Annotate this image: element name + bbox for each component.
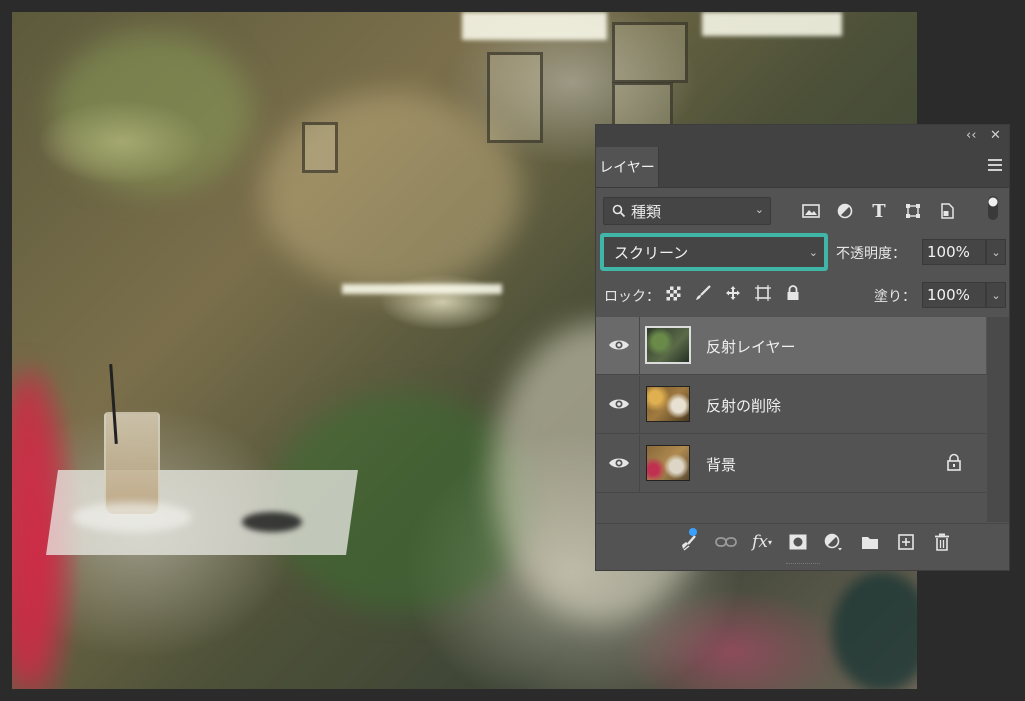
panel-resize-grip[interactable]	[786, 563, 820, 567]
photo-phone	[242, 512, 302, 532]
layer-row-background[interactable]: 背景	[596, 435, 986, 493]
chevron-down-icon: ⌄	[991, 288, 1001, 302]
opacity-label: 不透明度：	[836, 246, 906, 262]
panel-tab-row: レイヤー	[596, 147, 1009, 188]
layer-name: 反射レイヤー	[706, 338, 796, 356]
hamburger-menu-icon[interactable]	[988, 159, 1002, 174]
photo-ceiling-light-2	[702, 12, 842, 36]
fill-input[interactable]: 100%	[922, 282, 986, 308]
lock-transparent-pixels-icon[interactable]	[664, 284, 682, 302]
eye-icon[interactable]	[608, 455, 630, 471]
layers-panel: ‹‹ ✕ レイヤー 種類 ⌄ T スクリーン ⌄ 不透明度： 100% ⌄ ロッ…	[595, 124, 1010, 571]
filter-icons: T	[801, 201, 957, 222]
lock-icon	[947, 453, 961, 471]
blend-mode-select[interactable]: スクリーン ⌄	[600, 233, 828, 271]
photo-wall-reflection	[262, 92, 522, 292]
image-filter-icon[interactable]	[801, 201, 821, 221]
layer-thumbnail[interactable]	[645, 326, 691, 364]
layer-name: 反射の削除	[706, 397, 782, 415]
chevron-down-icon: ⌄	[754, 203, 764, 216]
eye-icon[interactable]	[608, 396, 630, 412]
new-group-icon[interactable]	[858, 530, 882, 554]
opacity-value: 100%	[927, 243, 970, 261]
filter-row: 種類 ⌄ T	[596, 187, 1009, 233]
eye-separator	[639, 376, 640, 434]
panel-title-bar[interactable]: ‹‹ ✕	[596, 125, 1009, 147]
fill-value: 100%	[927, 286, 970, 304]
filter-toggle-switch[interactable]	[987, 195, 999, 221]
search-icon	[612, 204, 626, 218]
lock-all-icon[interactable]	[784, 284, 802, 302]
tab-layers[interactable]: レイヤー	[596, 147, 659, 187]
opacity-input[interactable]: 100%	[922, 239, 986, 265]
double-chevron-left-icon[interactable]: ‹‹	[966, 128, 976, 144]
layers-bottom-toolbar: fx ▾	[596, 523, 1009, 560]
photo-shelf-light	[342, 284, 502, 294]
new-adjustment-layer-icon[interactable]	[822, 530, 846, 554]
layer-row-reflection-removal[interactable]: 反射の削除	[596, 376, 986, 434]
eye-separator	[639, 317, 640, 375]
eye-icon[interactable]	[608, 337, 630, 353]
fx-icon[interactable]: fx ▾	[750, 530, 774, 554]
photo-wall-frame	[487, 52, 543, 143]
chevron-down-icon: ⌄	[808, 246, 818, 259]
layer-thumbnail[interactable]	[646, 386, 690, 422]
chevron-down-icon: ⌄	[991, 245, 1001, 259]
add-mask-icon[interactable]	[786, 530, 810, 554]
photo-chalkboard	[832, 572, 917, 689]
filter-kind-select[interactable]: 種類 ⌄	[603, 197, 771, 225]
eye-separator	[639, 435, 640, 493]
photo-wall-frame-2	[612, 22, 688, 83]
layers-list: 反射レイヤー 反射の削除 背景	[596, 317, 1009, 522]
fill-dropdown-button[interactable]: ⌄	[986, 282, 1006, 308]
lock-image-pixels-icon[interactable]	[694, 284, 712, 302]
smart-object-filter-icon[interactable]	[937, 201, 957, 221]
fill-label: 塗り：	[874, 289, 916, 305]
layer-name: 背景	[706, 456, 737, 474]
photo-foliage	[52, 32, 252, 192]
photo-wall-frame-4	[302, 122, 338, 173]
photo-glass	[104, 412, 160, 516]
blend-mode-value: スクリーン	[614, 243, 689, 262]
lock-artboard-icon[interactable]	[754, 284, 772, 302]
delete-icon[interactable]	[930, 530, 954, 554]
layer-thumbnail[interactable]	[646, 445, 690, 481]
tab-layers-label: レイヤー	[599, 160, 655, 176]
adjustment-filter-icon[interactable]	[835, 201, 855, 221]
layers-scrollbar[interactable]	[987, 317, 1009, 522]
lock-icons	[664, 284, 802, 302]
notification-badge	[689, 528, 697, 536]
photo-ceiling-light	[462, 12, 607, 40]
link-layers-icon[interactable]	[714, 530, 738, 554]
opacity-dropdown-button[interactable]: ⌄	[986, 239, 1006, 265]
lock-label: ロック：	[604, 289, 660, 305]
type-filter-icon[interactable]: T	[869, 201, 889, 222]
close-icon[interactable]: ✕	[990, 128, 1001, 144]
lock-position-icon[interactable]	[724, 284, 742, 302]
photo-saucer	[72, 502, 192, 532]
filter-kind-label: 種類	[631, 202, 662, 221]
shape-filter-icon[interactable]	[903, 201, 923, 221]
layer-row-reflection[interactable]: 反射レイヤー	[596, 317, 986, 375]
new-layer-icon[interactable]	[894, 530, 918, 554]
